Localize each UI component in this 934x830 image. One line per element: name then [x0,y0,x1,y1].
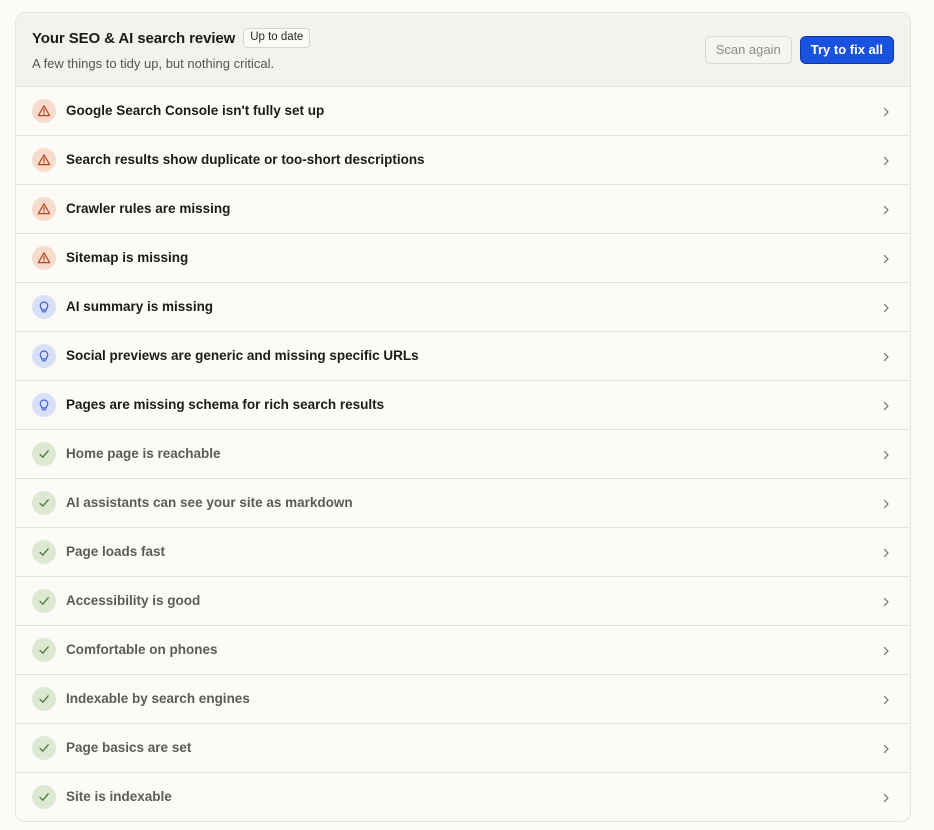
check-label: Search results show duplicate or too-sho… [66,152,425,167]
check-label: Crawler rules are missing [66,201,231,216]
lightbulb-icon [32,344,56,368]
check-label: AI summary is missing [66,299,214,314]
checkmark-icon [32,638,56,662]
chevron-right-icon [880,595,892,607]
lightbulb-icon [32,295,56,319]
chevron-right-icon [880,497,892,509]
title-row: Your SEO & AI search review Up to date [32,28,311,48]
check-label: Pages are missing schema for rich search… [66,397,385,412]
checkmark-icon [32,540,56,564]
check-row[interactable]: Sitemap is missing [16,234,910,283]
chevron-right-icon [880,546,892,558]
check-label: Indexable by search engines [66,691,250,706]
lightbulb-icon [32,393,56,417]
check-row[interactable]: Page loads fast [16,528,910,577]
review-header: Your SEO & AI search review Up to date A… [16,13,910,87]
chevron-right-icon [880,350,892,362]
check-label: Accessibility is good [66,593,201,608]
scan-again-button[interactable]: Scan again [704,36,792,64]
chevron-right-icon [880,791,892,803]
check-row[interactable]: Search results show duplicate or too-sho… [16,136,910,185]
chevron-right-icon [880,252,892,264]
status-badge: Up to date [243,28,311,48]
checkmark-icon [32,589,56,613]
check-label: Google Search Console isn't fully set up [66,103,325,118]
chevron-right-icon [880,154,892,166]
check-label: Sitemap is missing [66,250,189,265]
check-row[interactable]: Social previews are generic and missing … [16,332,910,381]
check-row[interactable]: Pages are missing schema for rich search… [16,381,910,430]
page-title: Your SEO & AI search review [32,29,236,47]
checkmark-icon [32,687,56,711]
check-label: Home page is reachable [66,446,221,461]
warning-triangle-icon [32,148,56,172]
check-label: Page loads fast [66,544,166,559]
chevron-right-icon [880,693,892,705]
check-row[interactable]: Home page is reachable [16,430,910,479]
review-subtitle: A few things to tidy up, but nothing cri… [32,56,275,71]
check-list: Google Search Console isn't fully set up… [16,87,910,821]
checkmark-icon [32,785,56,809]
checkmark-icon [32,491,56,515]
chevron-right-icon [880,301,892,313]
check-row[interactable]: Crawler rules are missing [16,185,910,234]
check-label: AI assistants can see your site as markd… [66,495,353,510]
check-row[interactable]: Page basics are set [16,724,910,773]
chevron-right-icon [880,644,892,656]
checkmark-icon [32,442,56,466]
checkmark-icon [32,736,56,760]
check-row[interactable]: AI summary is missing [16,283,910,332]
chevron-right-icon [880,448,892,460]
try-to-fix-all-button[interactable]: Try to fix all [799,36,894,64]
chevron-right-icon [880,742,892,754]
header-actions: Scan again Try to fix all [704,36,894,64]
check-label: Site is indexable [66,789,172,804]
check-label: Page basics are set [66,740,192,755]
chevron-right-icon [880,399,892,411]
check-row[interactable]: AI assistants can see your site as markd… [16,479,910,528]
chevron-right-icon [880,203,892,215]
warning-triangle-icon [32,99,56,123]
check-row[interactable]: Site is indexable [16,773,910,821]
check-row[interactable]: Google Search Console isn't fully set up [16,87,910,136]
check-label: Comfortable on phones [66,642,218,657]
warning-triangle-icon [32,246,56,270]
check-row[interactable]: Comfortable on phones [16,626,910,675]
seo-review-card: Your SEO & AI search review Up to date A… [15,12,911,822]
check-row[interactable]: Indexable by search engines [16,675,910,724]
check-row[interactable]: Accessibility is good [16,577,910,626]
chevron-right-icon [880,105,892,117]
warning-triangle-icon [32,197,56,221]
check-label: Social previews are generic and missing … [66,348,419,363]
